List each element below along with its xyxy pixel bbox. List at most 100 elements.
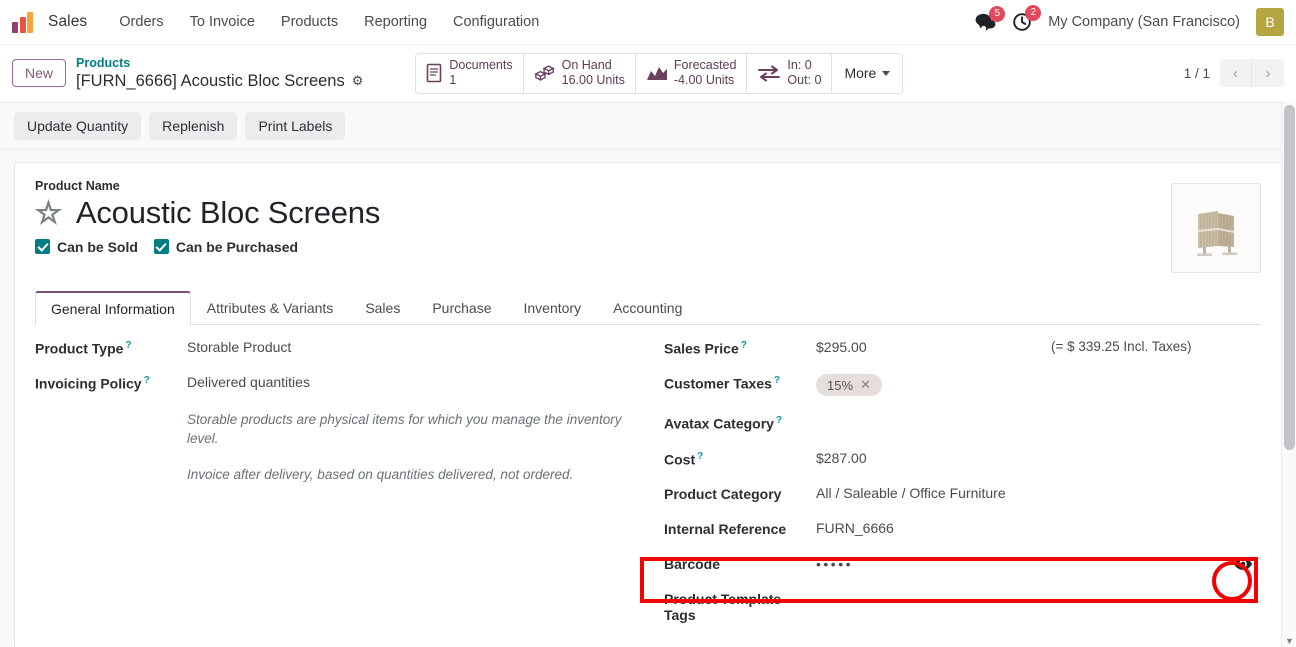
stat-button-forecasted[interactable]: Forecasted -4.00 Units (635, 54, 748, 93)
tab-accounting[interactable]: Accounting (597, 291, 698, 325)
help-icon[interactable]: ? (741, 340, 747, 351)
stat-value-forecasted: -4.00 Units (673, 73, 735, 88)
stat-label-in: In: 0 (787, 58, 812, 72)
stat-button-on-hand[interactable]: On Hand 16.00 Units (523, 54, 636, 93)
checkbox-can-be-sold-box[interactable] (35, 239, 50, 254)
update-quantity-button[interactable]: Update Quantity (14, 111, 142, 140)
scroll-down-arrow-icon[interactable]: ▼ (1285, 636, 1294, 646)
label-avatax-category: Avatax Category? (664, 414, 816, 432)
help-icon[interactable]: ? (125, 340, 131, 351)
stat-label-documents: Documents (449, 58, 513, 72)
tab-inventory[interactable]: Inventory (508, 291, 598, 325)
tab-sales[interactable]: Sales (349, 291, 416, 325)
label-invoicing-policy-text: Invoicing Policy (35, 375, 142, 392)
top-navbar: Sales Orders To Invoice Products Reporti… (0, 0, 1296, 45)
page-title[interactable]: Acoustic Bloc Screens (76, 195, 380, 231)
app-name-sales[interactable]: Sales (48, 13, 87, 31)
acoustic-bloc-screen-photo (1178, 189, 1254, 266)
breadcrumb-parent-products[interactable]: Products (76, 56, 363, 71)
scrollbar-thumb[interactable] (1284, 105, 1295, 450)
more-dropdown-button[interactable]: More (832, 54, 903, 93)
value-sales-price[interactable]: $295.00 (816, 339, 1051, 355)
more-label: More (844, 65, 877, 82)
tax-tag-label: 15% (827, 377, 854, 393)
value-customer-taxes[interactable]: 15% ✕ (816, 374, 1261, 397)
help-icon[interactable]: ? (774, 375, 780, 386)
record-title-text: [FURN_6666] Acoustic Bloc Screens (76, 71, 345, 90)
messages-button[interactable]: 5 (975, 5, 1006, 32)
menu-item-to-invoice[interactable]: To Invoice (180, 10, 265, 34)
tab-general-information[interactable]: General Information (35, 290, 191, 325)
label-sales-price-text: Sales Price (664, 340, 739, 357)
tab-attributes-variants[interactable]: Attributes & Variants (191, 291, 350, 325)
help-icon[interactable]: ? (697, 451, 703, 462)
star-outline-icon[interactable]: ☆ (34, 197, 62, 228)
tab-purchase[interactable]: Purchase (416, 291, 507, 325)
stat-buttons-group: Documents 1 On Hand 16.00 Units Forecast… (415, 53, 904, 94)
product-name-label: Product Name (35, 178, 120, 193)
menu-item-configuration[interactable]: Configuration (443, 10, 549, 34)
company-selector[interactable]: My Company (San Francisco) (1048, 14, 1240, 30)
form-notebook-tabs: General Information Attributes & Variant… (35, 290, 1261, 325)
label-cost-text: Cost (664, 451, 696, 468)
replenish-button[interactable]: Replenish (149, 111, 238, 140)
checkbox-can-be-purchased-label: Can be Purchased (175, 238, 299, 255)
eye-icon-glyph (1233, 558, 1253, 570)
gear-icon[interactable]: ⚙ (352, 73, 364, 89)
checkbox-can-be-sold[interactable]: Can be Sold (35, 239, 138, 255)
help-text-invoicing: Invoice after delivery, based on quantit… (187, 466, 574, 482)
barcode-eye-icon[interactable] (1233, 557, 1253, 571)
field-customer-taxes: Customer Taxes? 15% ✕ (664, 374, 1261, 397)
chevron-right-icon[interactable]: › (1252, 59, 1284, 88)
control-panel: New Products [FURN_6666] Acoustic Bloc S… (0, 45, 1296, 103)
product-form-sheet: Product Name ☆ Acoustic Bloc Screens Can… (14, 161, 1282, 647)
stat-button-in-out[interactable]: In: 0 Out: 0 (747, 54, 833, 93)
value-product-category[interactable]: All / Saleable / Office Furniture (816, 485, 1261, 501)
close-x-icon[interactable]: ✕ (860, 377, 871, 393)
menu-item-reporting[interactable]: Reporting (354, 10, 437, 34)
breadcrumb-current-record: [FURN_6666] Acoustic Bloc Screens ⚙ (76, 71, 363, 91)
tax-tag[interactable]: 15% ✕ (816, 374, 882, 397)
value-invoicing-policy[interactable]: Delivered quantities (187, 374, 648, 390)
user-avatar[interactable]: B (1256, 8, 1284, 36)
vertical-scrollbar[interactable]: ▲ ▼ (1281, 101, 1296, 647)
sales-app-bar-chart-icon[interactable] (12, 11, 38, 33)
label-product-category: Product Category (664, 486, 782, 503)
value-internal-reference[interactable]: FURN_6666 (816, 520, 1261, 536)
field-avatax-category: Avatax Category? (664, 414, 1261, 432)
value-barcode[interactable]: ••••• (816, 556, 1233, 572)
label-customer-taxes: Customer Taxes? (664, 374, 816, 392)
stat-button-documents[interactable]: Documents 1 (416, 54, 524, 93)
product-title-line: ☆ Acoustic Bloc Screens (34, 195, 380, 231)
label-sales-price: Sales Price? (664, 339, 816, 357)
print-labels-button[interactable]: Print Labels (245, 111, 346, 140)
pager-counter: 1 / 1 (1183, 65, 1210, 81)
field-cost: Cost? $287.00 (664, 450, 1261, 468)
label-barcode: Barcode (664, 556, 721, 573)
product-flags: Can be Sold Can be Purchased (35, 239, 380, 255)
value-product-type[interactable]: Storable Product (187, 339, 648, 355)
form-sheet-background: Product Name ☆ Acoustic Bloc Screens Can… (0, 149, 1296, 647)
menu-item-orders[interactable]: Orders (109, 10, 173, 34)
checkbox-can-be-sold-label: Can be Sold (57, 238, 138, 255)
menu-item-products[interactable]: Products (271, 10, 348, 34)
value-cost[interactable]: $287.00 (816, 450, 1261, 466)
form-columns: Product Type? Storable Product Invoicing… (35, 325, 1261, 642)
stat-label-forecasted: Forecasted (673, 58, 737, 72)
activities-button[interactable]: 2 (1012, 5, 1042, 32)
field-barcode: Barcode ••••• (664, 555, 1261, 572)
field-internal-reference: Internal Reference FURN_6666 (664, 520, 1261, 537)
checkbox-can-be-purchased-box[interactable] (153, 239, 169, 254)
label-product-type: Product Type? (35, 339, 187, 357)
document-icon (426, 63, 443, 83)
chevron-left-icon[interactable]: ‹ (1220, 59, 1252, 88)
product-image[interactable] (1171, 182, 1261, 273)
sales-price-incl-taxes: (= $ 339.25 Incl. Taxes) (1051, 338, 1192, 354)
checkbox-can-be-purchased[interactable]: Can be Purchased (153, 238, 299, 255)
field-sales-price: Sales Price? $295.00 (= $ 339.25 Incl. T… (664, 339, 1261, 357)
help-icon[interactable]: ? (144, 375, 150, 386)
new-record-button[interactable]: New (12, 59, 67, 88)
label-product-type-text: Product Type (35, 340, 124, 357)
messages-count-badge: 5 (989, 5, 1006, 22)
help-icon[interactable]: ? (776, 415, 782, 426)
